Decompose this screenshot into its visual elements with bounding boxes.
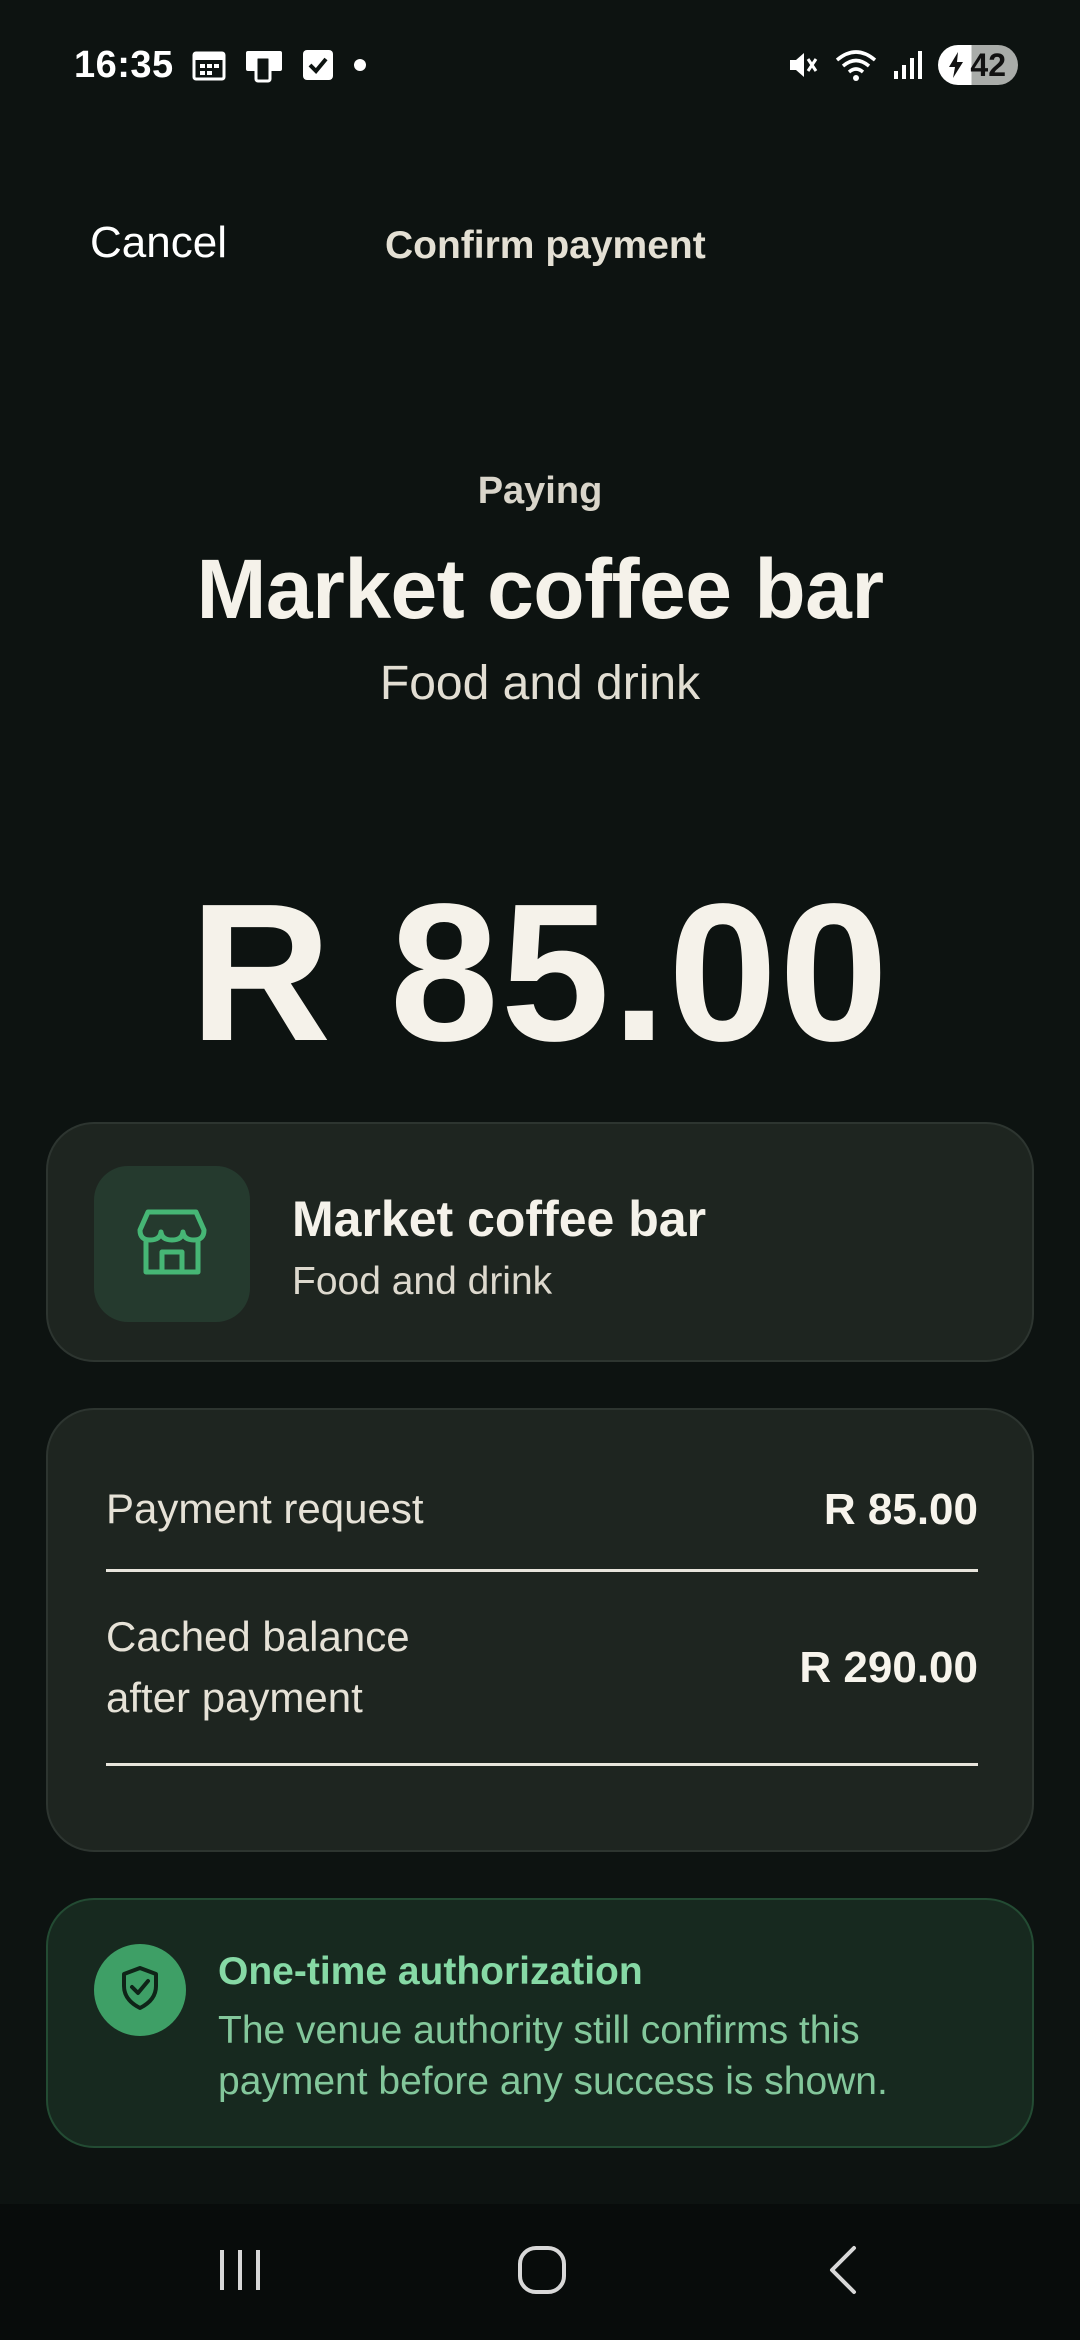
merchant-card-category: Food and drink: [292, 1260, 553, 1303]
notice-body: The venue authority still confirms this …: [218, 2009, 888, 2103]
payment-request-value: R 85.00: [823, 1484, 978, 1534]
system-nav-bar: [0, 2204, 1080, 2340]
home-button[interactable]: [482, 2240, 602, 2304]
store-tile: [94, 1166, 250, 1322]
wifi-icon: [834, 48, 878, 82]
back-icon: [824, 2244, 864, 2301]
balance-after-label: Cached balance after payment: [106, 1607, 410, 1729]
home-icon: [516, 2244, 568, 2301]
summary-row-payment-request: Payment request R 85.00: [106, 1450, 978, 1572]
paying-label: Paying: [477, 470, 603, 512]
payment-amount: R 85.00: [189, 863, 891, 1082]
merchant-category: Food and drink: [379, 657, 701, 710]
status-time: 16:35: [74, 43, 174, 86]
merchant-card-name: Market coffee bar: [292, 1191, 707, 1247]
mute-icon: [786, 48, 820, 82]
status-bar: 16:35 42: [0, 0, 1080, 130]
payment-confirm-screen: 16:35 42 Cancel Confirm payment Paying M…: [0, 0, 1080, 2340]
balance-after-label-line2: after payment: [106, 1673, 363, 1721]
app-header: Cancel Confirm payment: [0, 200, 1080, 290]
payment-request-label: Payment request: [106, 1485, 424, 1533]
battery-level: 42: [970, 46, 1006, 83]
payment-summary-card: Payment request R 85.00 Cached balance a…: [46, 1408, 1034, 1852]
battery-charging-icon: [946, 51, 966, 79]
notice-title: One-time authorization: [218, 1950, 643, 1993]
calendar-icon: [192, 49, 226, 81]
balance-after-label-line1: Cached balance: [106, 1612, 410, 1660]
shield-badge: [94, 1944, 186, 2036]
shield-check-icon: [118, 1964, 162, 2017]
dot-icon: [352, 57, 368, 73]
battery-indicator: 42: [938, 45, 1018, 85]
recents-button[interactable]: [180, 2240, 300, 2304]
page-title: Confirm payment: [385, 224, 706, 267]
recents-icon: [216, 2246, 264, 2299]
merchant-card: Market coffee bar Food and drink: [46, 1122, 1034, 1362]
balance-after-value: R 290.00: [799, 1642, 978, 1692]
back-button[interactable]: [784, 2240, 904, 2304]
signal-icon: [892, 49, 924, 81]
authorization-notice: One-time authorization The venue authori…: [46, 1898, 1034, 2148]
merchant-hero: Paying Market coffee bar Food and drink: [0, 470, 1080, 711]
summary-row-balance-after: Cached balance after payment R 290.00: [106, 1572, 978, 1766]
status-left: 16:35: [74, 44, 368, 87]
merchant-name: Market coffee bar: [196, 542, 884, 636]
cancel-button[interactable]: Cancel: [90, 218, 227, 268]
phone-tablet-icon: [244, 47, 284, 83]
status-right: 42: [786, 45, 1018, 85]
store-icon: [134, 1204, 210, 1285]
checkbox-icon: [302, 49, 334, 81]
